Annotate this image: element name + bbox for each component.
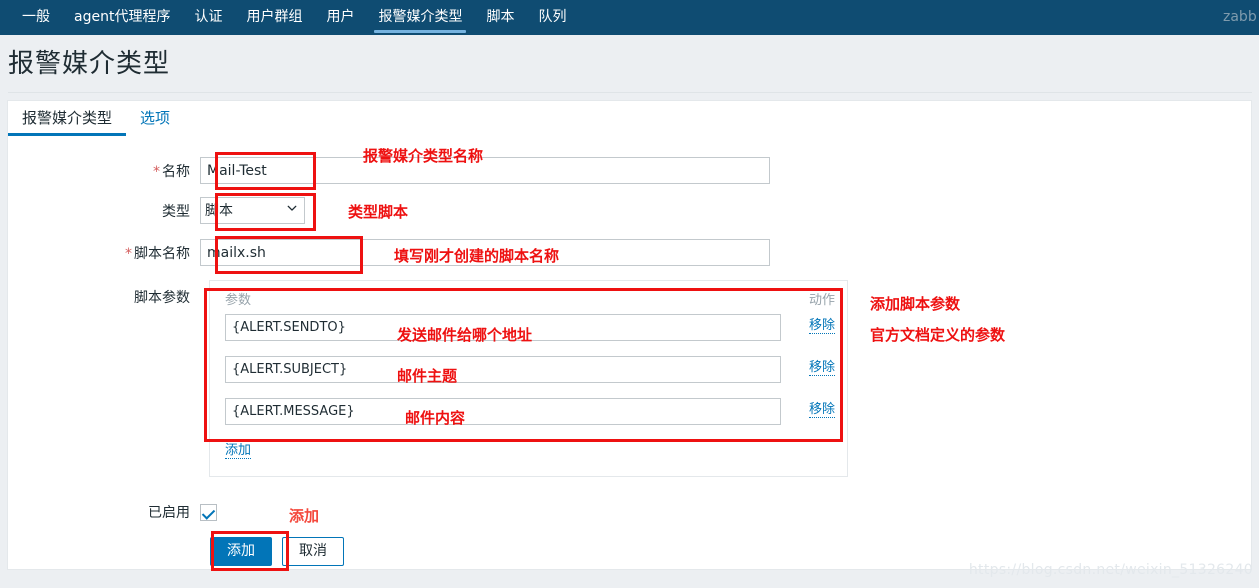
nav-item-agent-proxy[interactable]: agent代理程序 (62, 0, 182, 35)
nav-item-user-groups[interactable]: 用户群组 (234, 0, 314, 35)
form-row-script-name: * 脚本名称 (0, 239, 770, 266)
tab-label: 选项 (140, 109, 171, 127)
name-label-text: 名称 (162, 163, 190, 180)
script-param-input[interactable] (225, 356, 781, 383)
remove-param-link[interactable]: 移除 (808, 319, 835, 334)
script-name-label: * 脚本名称 (0, 243, 200, 263)
type-select-wrapper: 脚本 (200, 197, 305, 224)
user-menu-label[interactable]: zabb (1223, 0, 1259, 35)
script-param-row: 移除 (225, 314, 835, 341)
name-label: * 名称 (0, 161, 200, 181)
enabled-label: 已启用 (148, 505, 190, 521)
form-row-enabled: 已启用 (0, 502, 217, 522)
script-param-input[interactable] (225, 314, 781, 341)
column-header-action: 动作 (808, 293, 835, 308)
type-select[interactable]: 脚本 (200, 197, 305, 224)
form-row-script-params-label: 脚本参数 (0, 287, 200, 307)
column-header-parameter: 参数 (225, 293, 252, 308)
nav-item-label: agent代理程序 (74, 9, 171, 25)
page-title: 报警媒介类型 (8, 49, 171, 79)
tab-media-type[interactable]: 报警媒介类型 (8, 107, 127, 136)
nav-item-label: 认证 (194, 9, 223, 25)
nav-item-label: 用户群组 (246, 9, 303, 25)
form-button-row: 添加 取消 (210, 537, 344, 566)
nav-item-authentication[interactable]: 认证 (182, 0, 234, 35)
remove-param-link[interactable]: 移除 (808, 361, 835, 376)
name-input[interactable] (200, 157, 770, 184)
nav-item-general[interactable]: 一般 (10, 0, 62, 35)
tab-bar: 报警媒介类型 选项 (8, 100, 184, 136)
script-param-row: 移除 (225, 398, 835, 425)
required-marker: * (153, 163, 160, 180)
cancel-button[interactable]: 取消 (282, 537, 344, 566)
script-param-row: 移除 (225, 356, 835, 383)
nav-item-scripts[interactable]: 脚本 (474, 0, 526, 35)
form-row-name: * 名称 (0, 157, 770, 184)
nav-item-label: 脚本 (486, 9, 515, 25)
nav-item-label: 报警媒介类型 (378, 9, 463, 25)
form-row-type: 类型 脚本 (0, 197, 305, 224)
nav-item-label: 用户 (326, 9, 355, 25)
watermark-text: https://blog.csdn.net/weixin_51326240 (968, 562, 1253, 578)
script-params-header: 参数 动作 (225, 289, 835, 308)
type-label-text: 类型 (162, 203, 190, 220)
top-navigation-bar: 一般 agent代理程序 认证 用户群组 用户 报警媒介类型 脚本 队列 zab… (0, 0, 1259, 35)
tab-options[interactable]: 选项 (126, 107, 184, 136)
tab-label: 报警媒介类型 (22, 109, 113, 127)
nav-item-media-types[interactable]: 报警媒介类型 (366, 0, 474, 35)
add-param-link[interactable]: 添加 (225, 443, 252, 459)
nav-item-label: 一般 (22, 9, 50, 25)
nav-item-queue[interactable]: 队列 (526, 0, 578, 35)
add-button[interactable]: 添加 (210, 537, 272, 566)
script-params-container: 参数 动作 移除 移除 移除 添加 (209, 280, 848, 477)
nav-item-list: 一般 agent代理程序 认证 用户群组 用户 报警媒介类型 脚本 队列 (0, 0, 1259, 35)
script-param-input[interactable] (225, 398, 781, 425)
required-marker: * (125, 245, 132, 262)
nav-item-users[interactable]: 用户 (314, 0, 366, 35)
script-params-label: 脚本参数 (134, 290, 190, 306)
script-name-input[interactable] (200, 239, 770, 266)
page-header: 报警媒介类型 (0, 35, 1259, 93)
nav-item-label: 队列 (538, 9, 567, 25)
type-label: 类型 (0, 201, 200, 221)
enabled-checkbox[interactable] (200, 503, 217, 521)
script-name-label-text: 脚本名称 (134, 245, 190, 262)
remove-param-link[interactable]: 移除 (808, 403, 835, 418)
header-divider (8, 92, 1252, 93)
